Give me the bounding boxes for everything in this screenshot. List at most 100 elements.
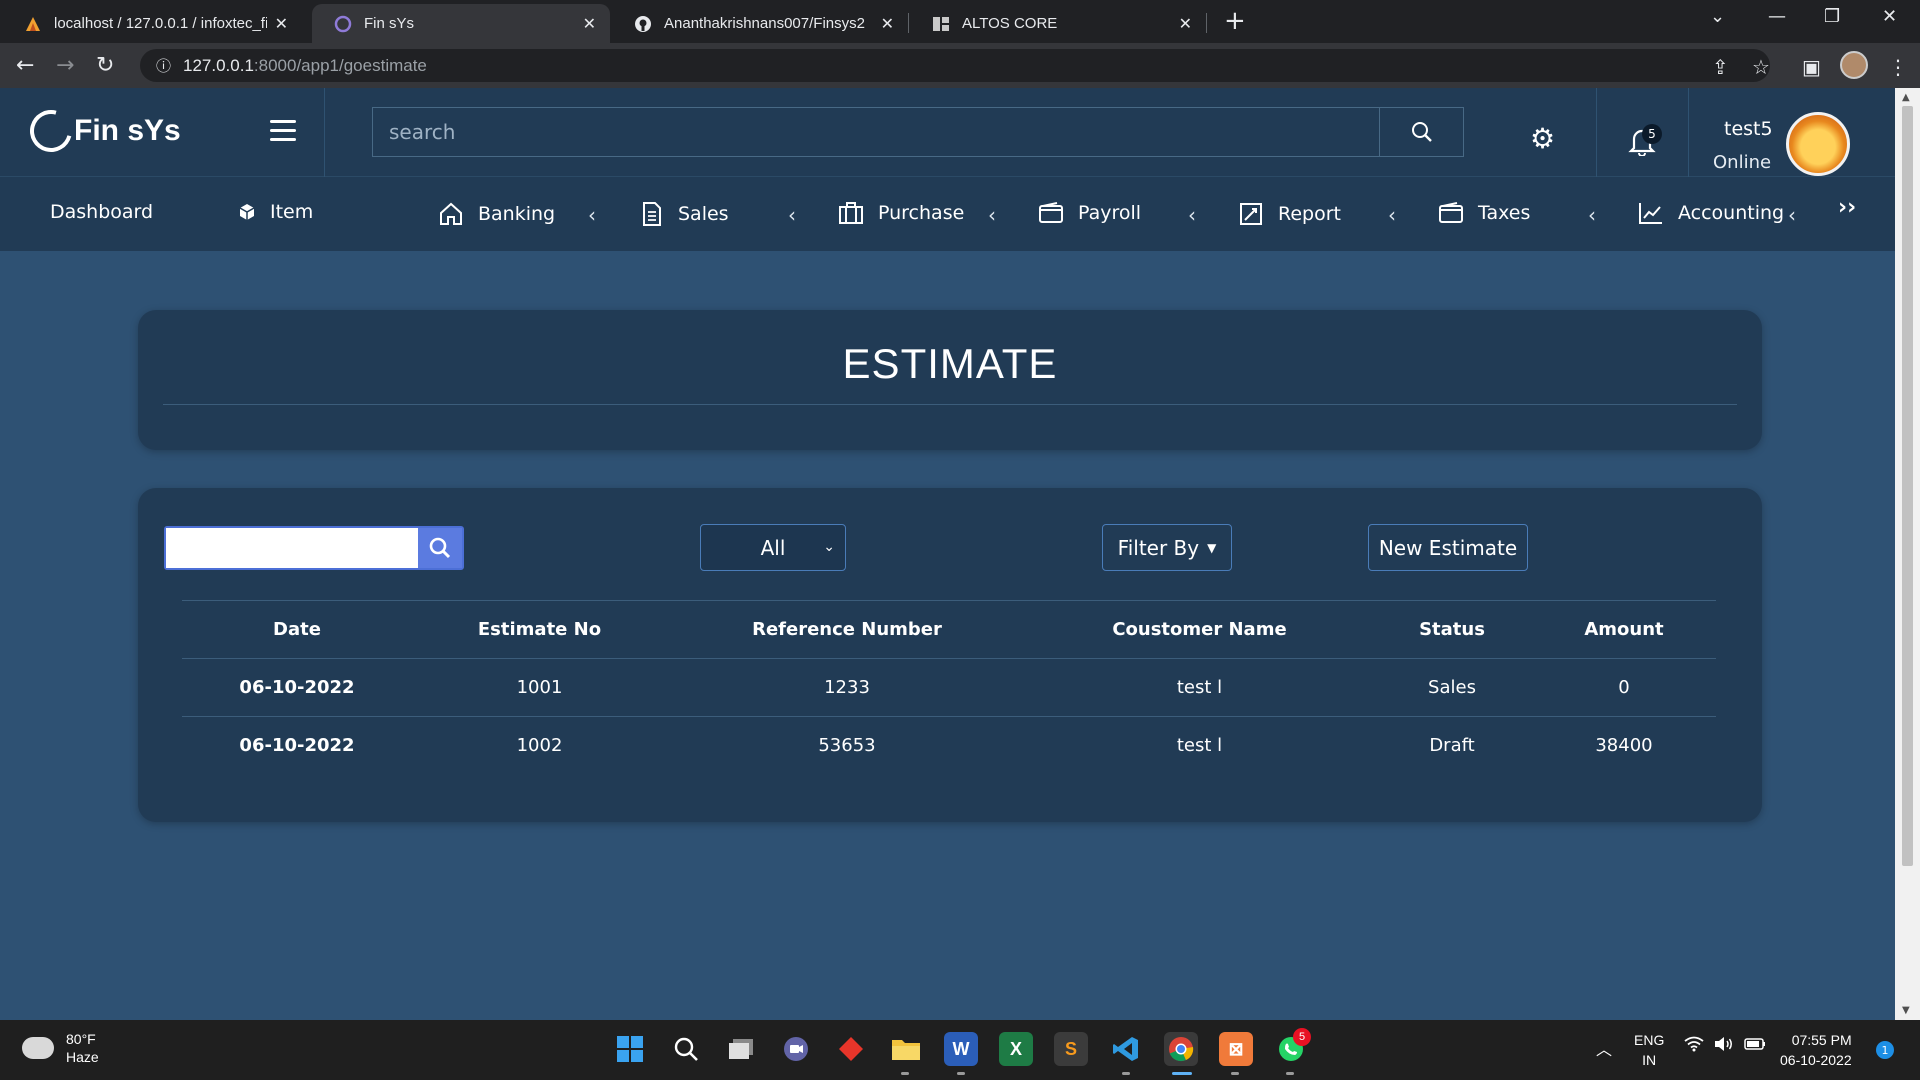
column-header[interactable]: Coustomer Name <box>1027 600 1372 659</box>
tray-expand-icon[interactable]: ︿ <box>1596 1036 1612 1060</box>
column-header[interactable]: Status <box>1372 600 1532 659</box>
gear-icon[interactable]: ⚙ <box>1530 122 1555 155</box>
line-chart-icon <box>1638 201 1664 225</box>
teams-chat-icon[interactable] <box>779 1032 813 1066</box>
column-header[interactable]: Reference Number <box>667 600 1027 659</box>
nav-label: Dashboard <box>50 201 154 223</box>
scroll-down-icon[interactable]: ▼ <box>1902 1005 1910 1016</box>
vscode-icon[interactable] <box>1109 1032 1143 1066</box>
app-diamond-icon[interactable] <box>834 1032 868 1066</box>
browser-tab[interactable]: ALTOS CORE ✕ <box>910 4 1206 43</box>
wifi-icon[interactable] <box>1684 1036 1704 1055</box>
nav-taxes[interactable]: Taxes <box>1438 201 1530 225</box>
system-clock[interactable]: 07:55 PM 06-10-2022 <box>1780 1030 1852 1070</box>
github-icon <box>635 15 651 32</box>
chevron-left-icon[interactable]: ‹ <box>1788 203 1796 227</box>
menu-kebab-icon[interactable]: ⋮ <box>1888 55 1908 79</box>
header-divider <box>1596 88 1597 177</box>
chevron-left-icon[interactable]: ‹ <box>1188 203 1196 227</box>
close-icon[interactable]: ✕ <box>881 14 894 34</box>
window-close-icon[interactable]: ✕ <box>1882 6 1897 27</box>
chrome-icon[interactable] <box>1164 1032 1198 1066</box>
nav-report[interactable]: Report <box>1238 201 1341 227</box>
column-header[interactable]: Estimate No <box>412 600 667 659</box>
user-avatar[interactable] <box>1786 112 1850 176</box>
table-header-row: Date Estimate No Reference Number Cousto… <box>182 600 1716 659</box>
excel-icon[interactable]: X <box>999 1032 1033 1066</box>
search-icon[interactable] <box>669 1032 703 1066</box>
nav-accounting[interactable]: Accounting <box>1638 201 1784 225</box>
brand-logo[interactable]: Fin sYs <box>22 102 181 160</box>
global-search <box>372 107 1464 157</box>
bookmark-star-icon[interactable]: ☆ <box>1752 55 1770 79</box>
chart-box-icon <box>1238 201 1264 227</box>
table-row[interactable]: 06-10-2022 1002 53653 test l Draft 38400 <box>182 717 1716 775</box>
reload-icon[interactable]: ↻ <box>96 53 114 78</box>
tab-title: Ananthakrishnans007/Finsys2 <box>664 15 865 32</box>
browser-tab[interactable]: Ananthakrishnans007/Finsys2 ✕ <box>612 4 908 43</box>
language-indicator[interactable]: ENG IN <box>1634 1030 1664 1070</box>
close-icon[interactable]: ✕ <box>275 14 288 34</box>
nav-dashboard[interactable]: Dashboard <box>50 201 153 223</box>
cell-reference: 53653 <box>818 735 876 757</box>
search-button[interactable] <box>1379 108 1463 156</box>
status-select[interactable]: All ⌄ <box>700 524 846 571</box>
volume-icon[interactable] <box>1714 1036 1734 1055</box>
chevron-left-icon[interactable]: ‹ <box>1588 203 1596 227</box>
info-icon[interactable]: ⓘ <box>156 55 171 76</box>
restore-icon[interactable]: ❐ <box>1824 6 1840 27</box>
cell-reference: 1233 <box>667 658 1027 717</box>
nav-purchase[interactable]: Purchase <box>838 201 964 225</box>
nav-payroll[interactable]: Payroll <box>1038 201 1141 225</box>
browser-tab[interactable]: localhost / 127.0.0.1 / infoxtec_fir ✕ <box>2 4 302 43</box>
nav-item[interactable]: Item <box>238 201 313 223</box>
wallet-icon <box>1438 201 1464 225</box>
share-icon[interactable]: ⇪ <box>1712 55 1729 79</box>
windows-start-icon[interactable] <box>613 1032 647 1066</box>
file-explorer-icon[interactable] <box>889 1032 923 1066</box>
minimize-icon[interactable]: — <box>1768 6 1786 27</box>
chevron-left-icon[interactable]: ‹ <box>588 203 596 227</box>
column-header[interactable]: Amount <box>1532 600 1716 659</box>
nav-sales[interactable]: Sales <box>640 201 729 227</box>
app-header: Fin sYs ⚙ 5 test5 Online <box>0 88 1895 177</box>
nav-banking[interactable]: Banking <box>438 201 555 227</box>
side-panel-icon[interactable]: ▣ <box>1802 55 1821 79</box>
task-view-icon[interactable] <box>724 1032 758 1066</box>
table-search-input[interactable] <box>166 528 418 568</box>
notification-center-badge[interactable]: 1 <box>1876 1041 1894 1059</box>
chevron-left-icon[interactable]: ‹ <box>788 203 796 227</box>
filter-by-button[interactable]: Filter By ▼ <box>1102 524 1232 571</box>
close-icon[interactable]: ✕ <box>1179 14 1192 34</box>
close-icon[interactable]: ✕ <box>583 14 596 34</box>
finsys-icon <box>334 15 352 32</box>
scroll-up-icon[interactable]: ▲ <box>1902 92 1910 103</box>
tab-divider <box>908 13 909 33</box>
word-icon[interactable]: W <box>944 1032 978 1066</box>
table-search-button[interactable] <box>418 528 462 568</box>
nav-more-icon[interactable]: ›› <box>1838 195 1856 220</box>
address-bar[interactable]: ⓘ 127.0.0.1:8000/app1/goestimate <box>140 49 1770 82</box>
forward-icon[interactable]: → <box>56 53 74 78</box>
back-icon[interactable]: ← <box>16 53 34 78</box>
running-indicator <box>1286 1072 1294 1075</box>
page-scrollbar[interactable]: ▲ ▼ <box>1895 88 1920 1020</box>
tab-title: Fin sYs <box>364 15 415 32</box>
tab-search-icon[interactable]: ⌄ <box>1710 6 1725 27</box>
sublime-text-icon[interactable]: S <box>1054 1032 1088 1066</box>
weather-widget[interactable]: 80°F Haze <box>18 1029 99 1066</box>
battery-icon[interactable] <box>1744 1036 1766 1055</box>
hamburger-menu-icon[interactable] <box>270 120 296 147</box>
search-input[interactable] <box>373 108 1379 156</box>
column-header[interactable]: Date <box>182 600 412 659</box>
nav-label: Report <box>1278 203 1341 225</box>
table-row[interactable]: 06-10-2022 1001 1233 test l Sales 0 <box>182 658 1716 717</box>
browser-tab-active[interactable]: Fin sYs ✕ <box>312 4 610 43</box>
chevron-left-icon[interactable]: ‹ <box>988 203 996 227</box>
scrollbar-thumb[interactable] <box>1902 106 1913 866</box>
profile-avatar[interactable] <box>1840 51 1868 79</box>
new-tab-icon[interactable]: + <box>1224 6 1246 36</box>
new-estimate-button[interactable]: New Estimate <box>1368 524 1528 571</box>
chevron-left-icon[interactable]: ‹ <box>1388 203 1396 227</box>
xampp-icon[interactable]: ⊠ <box>1219 1032 1253 1066</box>
